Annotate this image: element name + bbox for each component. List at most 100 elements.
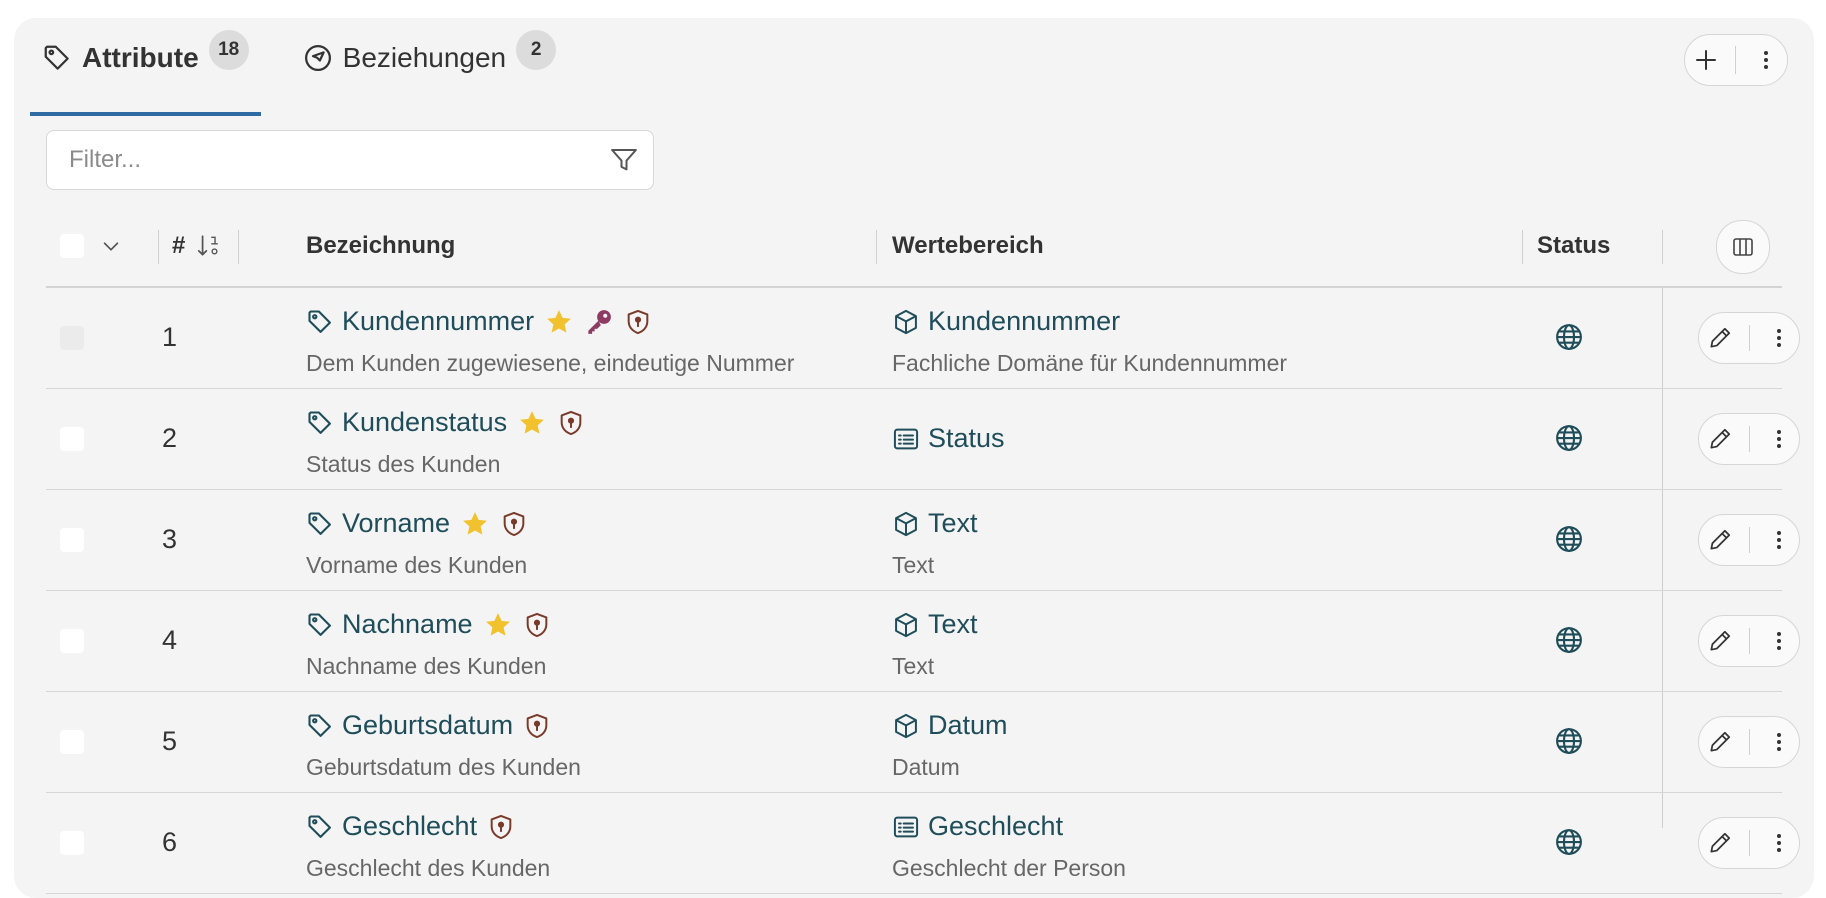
table-row[interactable]: 1 Kundennummer Dem Kunden zugewiesene, e…: [46, 288, 1800, 389]
domain-link[interactable]: Datum: [892, 710, 1008, 741]
edit-button[interactable]: [1707, 325, 1733, 351]
divider: [158, 230, 159, 264]
attribute-name-link[interactable]: Geburtsdatum: [306, 710, 551, 741]
globe-icon: [1554, 827, 1584, 857]
shield-icon: [487, 813, 515, 841]
header-number-label: #: [172, 232, 186, 259]
edit-button[interactable]: [1707, 426, 1733, 452]
column-settings-button[interactable]: [1716, 220, 1770, 274]
domain-description: Datum: [892, 754, 960, 780]
domain-name: Text: [928, 609, 978, 639]
domain-link[interactable]: Kundennummer: [892, 306, 1120, 337]
row-number: 5: [162, 726, 178, 756]
list-icon: [892, 425, 920, 453]
divider: [1749, 628, 1751, 654]
attribute-name-link[interactable]: Kundennummer: [306, 306, 652, 337]
cube-icon: [892, 712, 920, 740]
row-number: 1: [162, 322, 178, 352]
row-number: 4: [162, 625, 178, 655]
select-all-checkbox[interactable]: [60, 234, 84, 258]
attribute-description: Vorname des Kunden: [306, 552, 528, 578]
row-checkbox[interactable]: [60, 528, 84, 552]
table-row[interactable]: 6 Geschlecht Geschlecht des Kunden Gesch…: [46, 793, 1800, 894]
attribute-name-link[interactable]: Kundenstatus: [306, 407, 585, 438]
divider: [1735, 46, 1737, 74]
shield-icon: [557, 409, 585, 437]
tab-beziehungen[interactable]: Beziehungen 2: [291, 18, 568, 98]
star-icon: [483, 610, 513, 640]
domain-description: Geschlecht der Person: [892, 855, 1126, 881]
more-options-button[interactable]: [1754, 48, 1778, 72]
row-checkbox[interactable]: [60, 629, 84, 653]
divider: [1749, 325, 1751, 351]
row-actions: [1698, 817, 1800, 869]
row-number: 6: [162, 827, 178, 857]
funnel-icon[interactable]: [609, 145, 639, 175]
domain-link[interactable]: Geschlecht: [892, 811, 1063, 842]
column-header-domain[interactable]: Wertebereich: [892, 206, 1044, 286]
tab-beziehungen-count: 2: [516, 30, 557, 70]
domain-link[interactable]: Status: [892, 423, 1005, 454]
table-row[interactable]: 4 Nachname Nachname des Kunden Text Text: [46, 591, 1800, 692]
column-header-status[interactable]: Status: [1537, 206, 1610, 286]
domain-name: Datum: [928, 710, 1008, 740]
filter-input[interactable]: [67, 145, 591, 175]
edit-button[interactable]: [1707, 527, 1733, 553]
row-more-button[interactable]: [1767, 326, 1791, 350]
row-more-button[interactable]: [1767, 730, 1791, 754]
attribute-table: # Bezeichnung Wertebereich Status 1 Kund…: [46, 206, 1800, 894]
attribute-name-link[interactable]: Vorname: [306, 508, 528, 539]
edit-button[interactable]: [1707, 729, 1733, 755]
cube-icon: [892, 611, 920, 639]
tag-icon: [306, 510, 334, 538]
chevron-down-icon[interactable]: [100, 235, 122, 257]
column-header-number[interactable]: #: [172, 206, 221, 286]
table-row[interactable]: 2 Kundenstatus Status des Kunden Status: [46, 389, 1800, 490]
row-more-button[interactable]: [1767, 831, 1791, 855]
edit-button[interactable]: [1707, 830, 1733, 856]
tag-icon: [306, 712, 334, 740]
row-checkbox[interactable]: [60, 730, 84, 754]
attributes-panel: Attribute 18 Beziehungen 2 Filter... # B…: [14, 18, 1814, 898]
edit-button[interactable]: [1707, 628, 1733, 654]
row-checkbox-cell: [60, 730, 84, 759]
domain-description: Text: [892, 552, 935, 578]
star-icon: [460, 509, 490, 539]
globe-icon: [1554, 524, 1584, 554]
attribute-description: Dem Kunden zugewiesene, eindeutige Numme…: [306, 350, 795, 376]
divider: [1749, 426, 1751, 452]
domain-name: Text: [928, 508, 978, 538]
add-button[interactable]: [1694, 48, 1718, 72]
domain-name: Geschlecht: [928, 811, 1064, 841]
row-actions: [1698, 413, 1800, 465]
shield-icon: [624, 308, 652, 336]
row-checkbox-cell: [60, 427, 84, 456]
domain-link[interactable]: Text: [892, 609, 978, 640]
divider: [876, 230, 877, 264]
tag-icon: [306, 409, 334, 437]
attribute-name-link[interactable]: Nachname: [306, 609, 551, 640]
row-checkbox[interactable]: [60, 326, 84, 350]
table-row[interactable]: 3 Vorname Vorname des Kunden Text Text: [46, 490, 1800, 591]
row-more-button[interactable]: [1767, 427, 1791, 451]
column-header-name[interactable]: Bezeichnung: [306, 206, 455, 286]
row-checkbox[interactable]: [60, 427, 84, 451]
domain-description: Text: [892, 653, 935, 679]
attribute-name: Kundennummer: [342, 306, 535, 336]
row-more-button[interactable]: [1767, 528, 1791, 552]
domain-link[interactable]: Text: [892, 508, 978, 539]
tab-attribute[interactable]: Attribute 18: [30, 18, 261, 116]
list-icon: [892, 813, 920, 841]
divider: [1522, 230, 1523, 264]
table-row[interactable]: 5 Geburtsdatum Geburtsdatum des Kunden D…: [46, 692, 1800, 793]
row-actions: [1698, 514, 1800, 566]
sort-icon[interactable]: [195, 233, 221, 259]
globe-icon: [1554, 423, 1584, 453]
row-more-button[interactable]: [1767, 629, 1791, 653]
attribute-name-link[interactable]: Geschlecht: [306, 811, 515, 842]
row-actions: [1698, 615, 1800, 667]
cube-icon: [892, 510, 920, 538]
shield-icon: [500, 510, 528, 538]
row-checkbox[interactable]: [60, 831, 84, 855]
row-checkbox-cell: [60, 831, 84, 860]
